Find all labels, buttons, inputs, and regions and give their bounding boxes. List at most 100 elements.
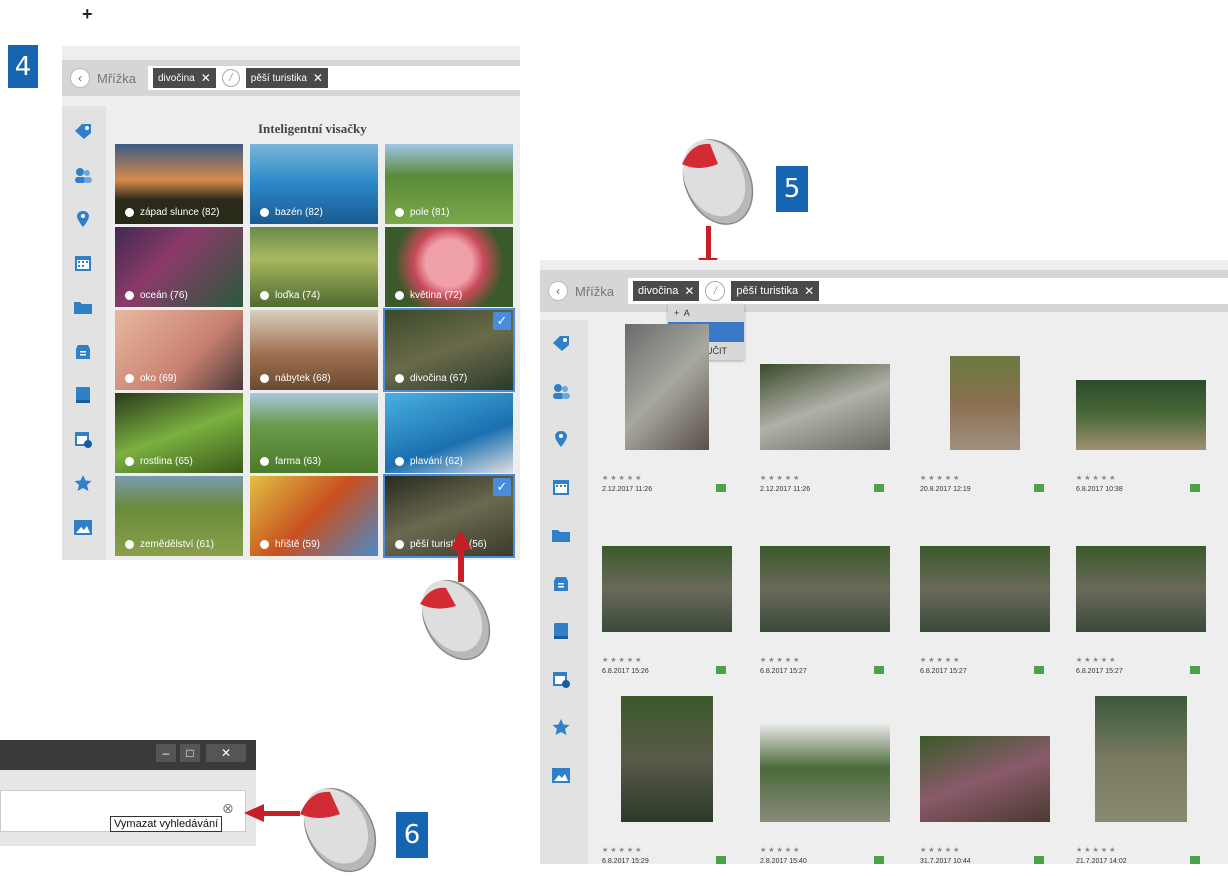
photo-thumbnail[interactable]	[625, 324, 709, 450]
checkmark-icon[interactable]: ✓	[493, 312, 511, 330]
search-tag-pesi-turistika[interactable]: pěší turistika ✕	[245, 68, 328, 88]
tag-label: hřiště (59)	[260, 539, 320, 550]
plus-sign: +	[82, 4, 93, 24]
status-flag-icon	[874, 484, 884, 492]
photo-thumbnail[interactable]	[920, 546, 1050, 632]
operator-button[interactable]: /	[705, 281, 726, 301]
close-button[interactable]: ✕	[206, 744, 246, 762]
rating-stars[interactable]: ★★★★★	[920, 846, 961, 854]
album-icon[interactable]	[551, 574, 571, 592]
remove-tag-icon[interactable]: ✕	[804, 284, 814, 298]
clear-search-icon[interactable]: ⊗	[222, 800, 234, 817]
smart-tag-tile[interactable]: oceán (76)	[115, 227, 243, 307]
search-box[interactable]: divočina ✕ / pěší turistika ✕	[148, 66, 520, 90]
photo-date: 6.8.2017 15:26	[602, 668, 649, 675]
book-icon[interactable]	[73, 386, 93, 404]
rating-stars[interactable]: ★★★★★	[1076, 474, 1117, 482]
photo-thumbnail[interactable]	[1076, 546, 1206, 632]
remove-tag-icon[interactable]: ✕	[684, 284, 694, 298]
people-icon[interactable]	[73, 166, 93, 184]
rating-stars[interactable]: ★★★★★	[760, 846, 801, 854]
star-icon[interactable]	[551, 718, 571, 736]
folder-icon[interactable]	[73, 298, 93, 316]
rating-stars[interactable]: ★★★★★	[1076, 656, 1117, 664]
rating-stars[interactable]: ★★★★★	[920, 474, 961, 482]
rating-stars[interactable]: ★★★★★	[760, 656, 801, 664]
photo-thumbnail[interactable]	[760, 724, 890, 822]
photo-date: 6.8.2017 15:27	[920, 668, 967, 675]
tag-icon	[125, 374, 134, 383]
checkmark-icon[interactable]: ✓	[493, 478, 511, 496]
photo-thumbnail[interactable]	[1095, 696, 1187, 822]
image-icon[interactable]	[551, 766, 571, 784]
rating-stars[interactable]: ★★★★★	[602, 656, 643, 664]
smart-tag-tile[interactable]: plavání (62)	[385, 393, 513, 473]
remove-tag-icon[interactable]: ✕	[313, 71, 323, 85]
smart-tag-tile[interactable]: nábytek (68)	[250, 310, 378, 390]
photo-thumbnail[interactable]	[760, 546, 890, 632]
photo-thumbnail[interactable]	[760, 364, 890, 450]
smart-tag-tile[interactable]: farma (63)	[250, 393, 378, 473]
search-tag-pesi-turistika[interactable]: pěší turistika ✕	[731, 281, 820, 301]
smart-tag-tile[interactable]: květina (72)	[385, 227, 513, 307]
status-flag-icon	[874, 666, 884, 674]
smart-tag-tile[interactable]: bazén (82)	[250, 144, 378, 224]
mouse-icon	[300, 787, 377, 873]
search-tag-divocina[interactable]: divočina ✕	[633, 281, 700, 301]
smart-tags-panel: ‹ Mřížka divočina ✕ / pěší turistika ✕ Int…	[62, 46, 520, 560]
rating-stars[interactable]: ★★★★★	[602, 474, 643, 482]
smart-tag-tile[interactable]: rostlina (65)	[115, 393, 243, 473]
book-icon[interactable]	[551, 622, 571, 640]
album-icon[interactable]	[73, 342, 93, 360]
step-badge-5: 5	[776, 166, 808, 212]
calendar-icon[interactable]	[73, 254, 93, 272]
search-box[interactable]: divočina ✕ / pěší turistika ✕	[628, 278, 1228, 304]
tag-icon	[125, 291, 134, 300]
tag-icon	[125, 457, 134, 466]
smart-tags-icon[interactable]	[73, 122, 93, 140]
smart-tag-tile[interactable]: oko (69)	[115, 310, 243, 390]
maximize-button[interactable]: □	[180, 744, 200, 762]
location-pin-icon[interactable]	[551, 430, 571, 448]
tag-label-text: květina (72)	[410, 290, 463, 301]
calendar-icon[interactable]	[551, 478, 571, 496]
location-pin-icon[interactable]	[73, 210, 93, 228]
rating-stars[interactable]: ★★★★★	[760, 474, 801, 482]
tag-label: plavání (62)	[395, 456, 463, 467]
grid-results-panel: ‹ Mřížka divočina ✕ / pěší turistika ✕ + A…	[540, 260, 1228, 864]
event-calendar-icon[interactable]	[551, 670, 571, 688]
back-button[interactable]: ‹	[70, 68, 90, 88]
rating-stars[interactable]: ★★★★★	[1076, 846, 1117, 854]
photo-thumbnail[interactable]	[920, 736, 1050, 822]
remove-tag-icon[interactable]: ✕	[201, 71, 211, 85]
search-tag-divocina[interactable]: divočina ✕	[153, 68, 216, 88]
smart-tags-icon[interactable]	[551, 334, 571, 352]
smart-tag-tile[interactable]: západ slunce (82)	[115, 144, 243, 224]
photo-thumbnail[interactable]	[1076, 380, 1206, 450]
people-icon[interactable]	[551, 382, 571, 400]
smart-tag-tile[interactable]: pěší turistika (56) ✓	[383, 474, 515, 558]
mouse-icon	[420, 579, 491, 661]
rating-stars[interactable]: ★★★★★	[602, 846, 643, 854]
smart-tag-tile[interactable]: divočina (67) ✓	[383, 308, 515, 392]
tag-label-text: rostlina (65)	[140, 456, 193, 467]
star-icon[interactable]	[73, 474, 93, 492]
status-flag-icon	[1190, 666, 1200, 674]
tag-icon	[260, 208, 269, 217]
smart-tag-tile[interactable]: loďka (74)	[250, 227, 378, 307]
event-calendar-icon[interactable]	[73, 430, 93, 448]
smart-tag-tile[interactable]: pole (81)	[385, 144, 513, 224]
minimize-button[interactable]: –	[156, 744, 176, 762]
smart-tag-tile[interactable]: hřiště (59)	[250, 476, 378, 556]
tag-label-text: oceán (76)	[140, 290, 188, 301]
dropdown-item-and[interactable]: + A	[668, 304, 744, 322]
image-icon[interactable]	[73, 518, 93, 536]
back-button[interactable]: ‹	[548, 281, 568, 301]
rating-stars[interactable]: ★★★★★	[920, 656, 961, 664]
photo-thumbnail[interactable]	[950, 356, 1020, 450]
photo-thumbnail[interactable]	[602, 546, 732, 632]
photo-thumbnail[interactable]	[621, 696, 713, 822]
folder-icon[interactable]	[551, 526, 571, 544]
smart-tag-tile[interactable]: zemědělství (61)	[115, 476, 243, 556]
operator-button[interactable]: /	[221, 69, 240, 87]
